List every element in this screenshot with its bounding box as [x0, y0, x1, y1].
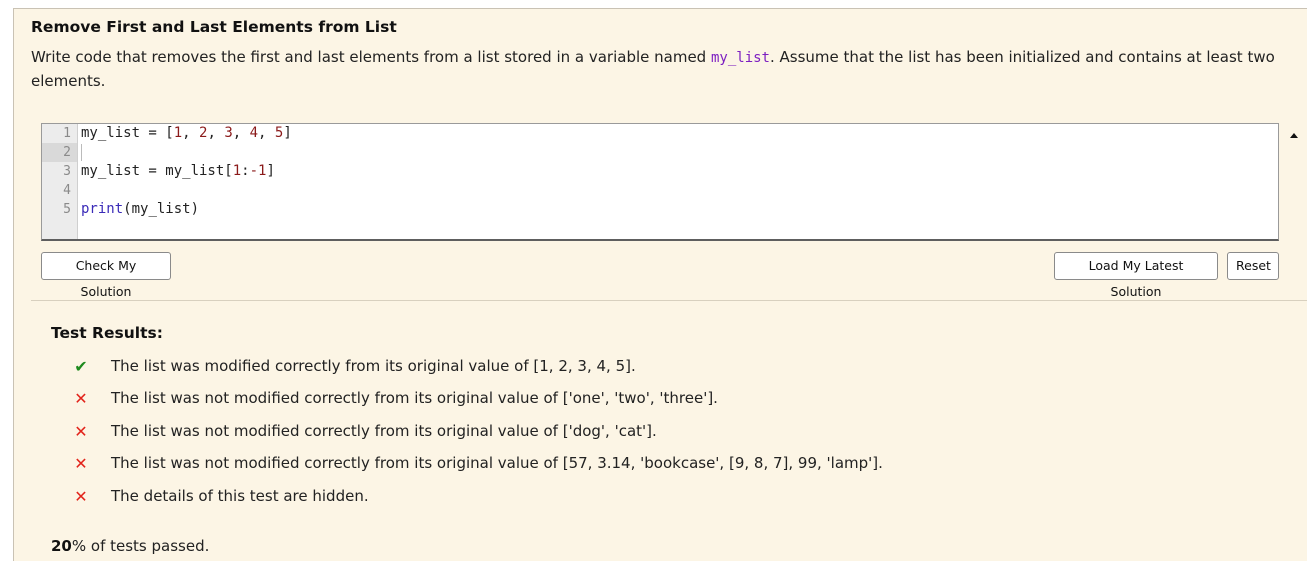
test-results-heading: Test Results:	[51, 324, 163, 342]
test-result-text: The list was modified correctly from its…	[111, 357, 636, 375]
test-result-text: The list was not modified correctly from…	[111, 389, 718, 407]
cross-icon: ✕	[74, 487, 88, 506]
pass-percent: 20	[51, 537, 72, 555]
section-divider	[31, 300, 1307, 301]
test-summary: 20% of tests passed.	[51, 537, 209, 555]
reset-button[interactable]: Reset	[1227, 252, 1279, 280]
description-text-before: Write code that removes the first and la…	[31, 48, 711, 66]
check-icon: ✔	[74, 357, 88, 376]
line-number-active: 2	[42, 143, 77, 162]
cross-icon: ✕	[74, 454, 88, 473]
line-number-gutter: 1 2 3 4 5	[42, 124, 78, 239]
cross-icon: ✕	[74, 389, 88, 408]
load-latest-solution-button[interactable]: Load My Latest Solution	[1054, 252, 1218, 299]
test-result-text: The list was not modified correctly from…	[111, 422, 657, 440]
test-result-text: The list was not modified correctly from…	[111, 454, 883, 472]
code-line-5[interactable]: print(my_list)	[81, 200, 199, 219]
line-number: 3	[63, 164, 71, 179]
line-number: 4	[63, 183, 71, 198]
code-line-1[interactable]: my_list = [1, 2, 3, 4, 5]	[81, 124, 292, 143]
check-solution-button[interactable]: Check My Solution	[41, 252, 171, 299]
exercise-description: Write code that removes the first and la…	[31, 46, 1291, 93]
test-result-text: The details of this test are hidden.	[111, 487, 369, 505]
text-cursor	[81, 144, 82, 161]
code-line-3[interactable]: my_list = my_list[1:-1]	[81, 162, 275, 181]
line-number: 1	[63, 126, 71, 141]
variable-name-code: my_list	[710, 50, 770, 66]
summary-suffix: % of tests passed.	[71, 537, 210, 555]
exercise-panel: Remove First and Last Elements from List…	[13, 8, 1307, 561]
scroll-up-arrow-icon[interactable]	[1290, 133, 1298, 138]
line-number: 5	[63, 202, 71, 217]
cross-icon: ✕	[74, 422, 88, 441]
exercise-title: Remove First and Last Elements from List	[31, 18, 397, 36]
code-editor[interactable]: 1 2 3 4 5 my_list = [1, 2, 3, 4, 5] my_l…	[41, 123, 1279, 241]
